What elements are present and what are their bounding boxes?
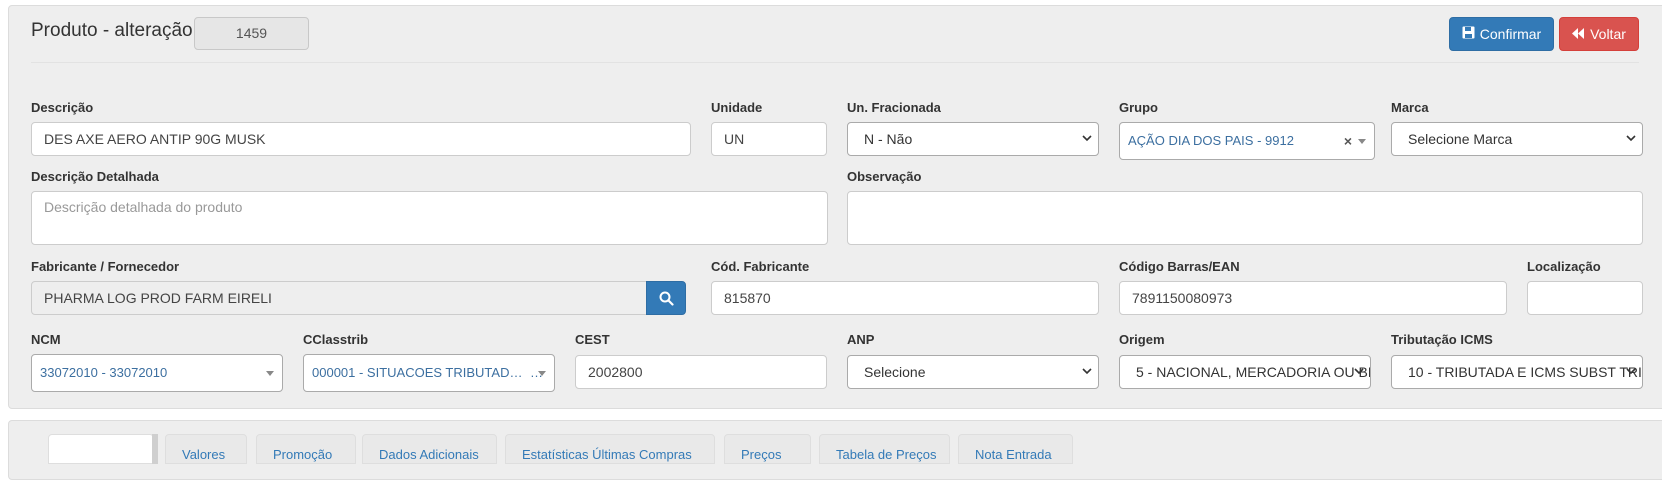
marca-value: Selecione Marca [1391,122,1643,156]
cclasstrib-label: CClasstrib [303,332,369,347]
un-fracionada-select[interactable]: N - Não [847,122,1099,156]
observacao-label: Observação [847,169,922,184]
codigo-barras-input[interactable]: 7891150080973 [1119,281,1507,315]
tab-valores[interactable]: Valores [165,434,247,464]
product-code-field: 1459 [194,17,309,50]
descricao-label: Descrição [31,100,94,115]
fabricante-label: Fabricante / Fornecedor [31,259,180,274]
un-fracionada-value: N - Não [847,122,1099,156]
grupo-select[interactable]: AÇÃO DIA DOS PAIS - 9912 × [1119,122,1375,160]
tab-scroll-handle [152,434,158,464]
anp-label: ANP [847,332,875,347]
tab-dados-adicionais[interactable]: Dados Adicionais [362,434,497,464]
chevron-down-icon [266,371,274,376]
tab-estatisticas[interactable]: Estatísticas Últimas Compras [505,434,715,464]
chevron-down-icon [1354,368,1364,375]
save-icon [1462,26,1475,42]
anp-select[interactable]: Selecione [847,355,1099,389]
tab-promocao[interactable]: Promoção [256,434,356,464]
page-title: Produto - alteração [31,20,193,41]
search-icon [659,291,674,306]
cod-fabricante-input[interactable]: 815870 [711,281,1099,315]
ncm-value: 33072010 - 33072010 [40,365,168,380]
codigo-barras-label: Código Barras/EAN [1119,259,1240,274]
ncm-select[interactable]: 33072010 - 33072010 [31,354,283,392]
search-fabricante-button[interactable] [646,281,686,315]
ncm-label: NCM [31,332,61,347]
un-fracionada-label: Un. Fracionada [847,100,941,115]
descricao-detalhada-label: Descrição Detalhada [31,169,159,184]
anp-value: Selecione [847,355,1099,389]
chevron-down-icon [1082,135,1092,142]
cest-input[interactable]: 2002800 [575,355,827,389]
cest-label: CEST [575,332,610,347]
tab-precos[interactable]: Preços [724,434,811,464]
confirm-button-label: Confirmar [1479,26,1542,42]
tributacao-icms-label: Tributação ICMS [1391,332,1493,347]
tab-nota-entrada[interactable]: Nota Entrada [958,434,1073,464]
origem-select[interactable]: 5 - NACIONAL, MERCADORIA OU BEM COM CONT… [1119,355,1371,389]
chevron-down-icon [1626,368,1636,375]
unidade-label: Unidade [711,100,763,115]
tab-principal[interactable] [48,434,154,464]
confirm-button[interactable]: Confirmar [1449,17,1554,51]
grupo-label: Grupo [1119,100,1158,115]
chevron-down-icon [538,371,546,376]
localizacao-input[interactable] [1527,281,1643,315]
fast-backward-icon [1572,26,1585,42]
descricao-detalhada-placeholder: Descrição detalhada do produto [44,199,243,215]
unidade-input[interactable]: UN [711,122,827,156]
chevron-down-icon [1358,139,1366,144]
origem-label: Origem [1119,332,1165,347]
descricao-detalhada-textarea[interactable]: Descrição detalhada do produto [31,191,828,245]
observacao-textarea[interactable] [847,191,1643,245]
marca-label: Marca [1391,100,1429,115]
origem-value: 5 - NACIONAL, MERCADORIA OU BEM COM CONT… [1119,355,1371,389]
back-button-label: Voltar [1590,26,1626,42]
cclasstrib-select[interactable]: 000001 - SITUACOES TRIBUTADAS INTEGRALME… [303,354,555,392]
clear-icon[interactable]: × [1344,123,1352,159]
marca-select[interactable]: Selecione Marca [1391,122,1643,156]
tributacao-icms-select[interactable]: 10 - TRIBUTADA E ICMS SUBST TRIB [1391,355,1643,389]
cod-fabricante-label: Cód. Fabricante [711,259,810,274]
chevron-down-icon [1626,135,1636,142]
back-button[interactable]: Voltar [1559,17,1639,51]
cclasstrib-value: 000001 - SITUACOES TRIBUTADAS INTEGRALME… [312,365,530,380]
fabricante-input[interactable]: PHARMA LOG PROD FARM EIRELI [31,281,647,315]
header-divider [31,62,1639,63]
descricao-input[interactable]: DES AXE AERO ANTIP 90G MUSK [31,122,691,156]
localizacao-label: Localização [1527,259,1601,274]
grupo-value: AÇÃO DIA DOS PAIS - 9912 [1128,133,1294,148]
tab-tabela-precos[interactable]: Tabela de Preços [819,434,950,464]
chevron-down-icon [1082,368,1092,375]
tributacao-icms-value: 10 - TRIBUTADA E ICMS SUBST TRIB [1391,355,1643,389]
